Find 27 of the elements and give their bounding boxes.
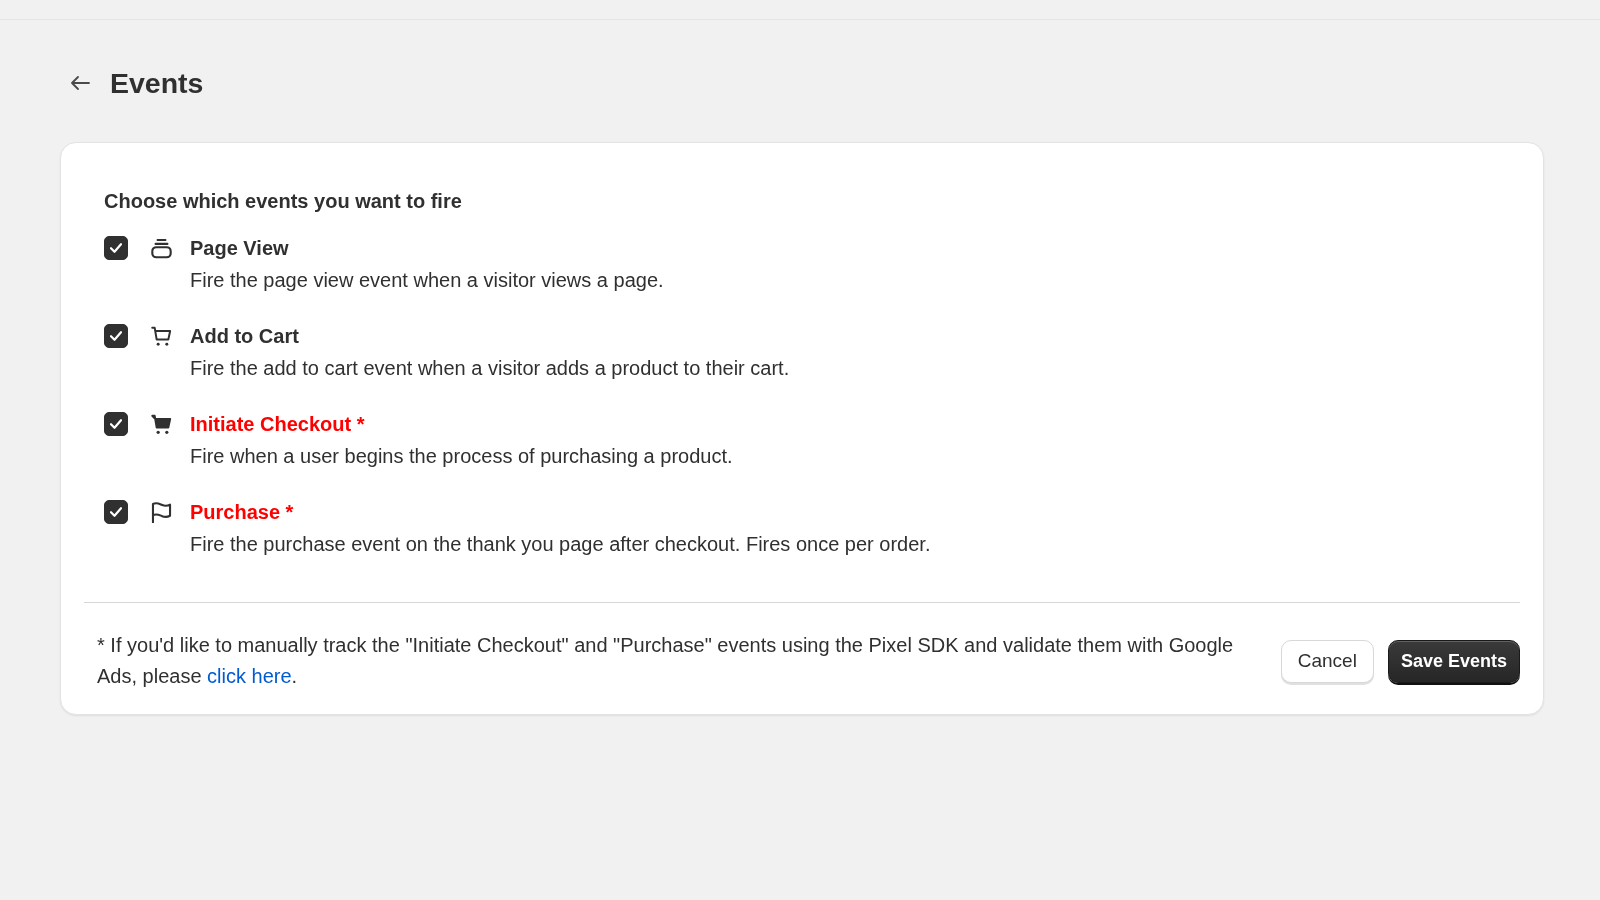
event-description: Fire the page view event when a visitor views a page.	[190, 268, 664, 292]
checkbox[interactable]	[104, 324, 128, 348]
checkmark-icon	[110, 331, 122, 341]
section-heading: Choose which events you want to fire	[104, 189, 463, 213]
event-title: Purchase *	[190, 500, 295, 525]
checkmark-icon	[110, 507, 122, 517]
cart-icon	[151, 413, 172, 435]
event-title: Page View	[190, 236, 290, 261]
checkbox[interactable]	[104, 236, 128, 260]
click-here-link[interactable]: click here	[207, 665, 292, 687]
cancel-button[interactable]: Cancel	[1280, 639, 1374, 683]
event-description: Fire when a user begins the process of purchasing a product.	[190, 444, 733, 468]
checkbox[interactable]	[104, 500, 128, 524]
footnote-text: * If you'd like to manually track the "Initiate Checkout" and "Purchase" events using the Pixel SDK and validate them with Google Ads, please click here.	[97, 633, 1235, 689]
flag-icon	[151, 501, 172, 523]
event-title: Add to Cart	[190, 324, 300, 349]
event-description: Fire the add to cart event when a visitor adds a product to their cart.	[190, 356, 790, 380]
stack-icon	[151, 237, 172, 259]
checkmark-icon	[110, 419, 122, 429]
checkmark-icon	[110, 243, 122, 253]
event-description: Fire the purchase event on the thank you page after checkout. Fires once per order.	[190, 532, 931, 556]
checkbox[interactable]	[104, 412, 128, 436]
save-button[interactable]: Save Events	[1387, 639, 1520, 683]
cart-icon	[151, 325, 172, 347]
event-title: Initiate Checkout *	[190, 412, 366, 437]
page-title: Events	[110, 66, 204, 101]
arrow-left-icon	[70, 76, 90, 90]
